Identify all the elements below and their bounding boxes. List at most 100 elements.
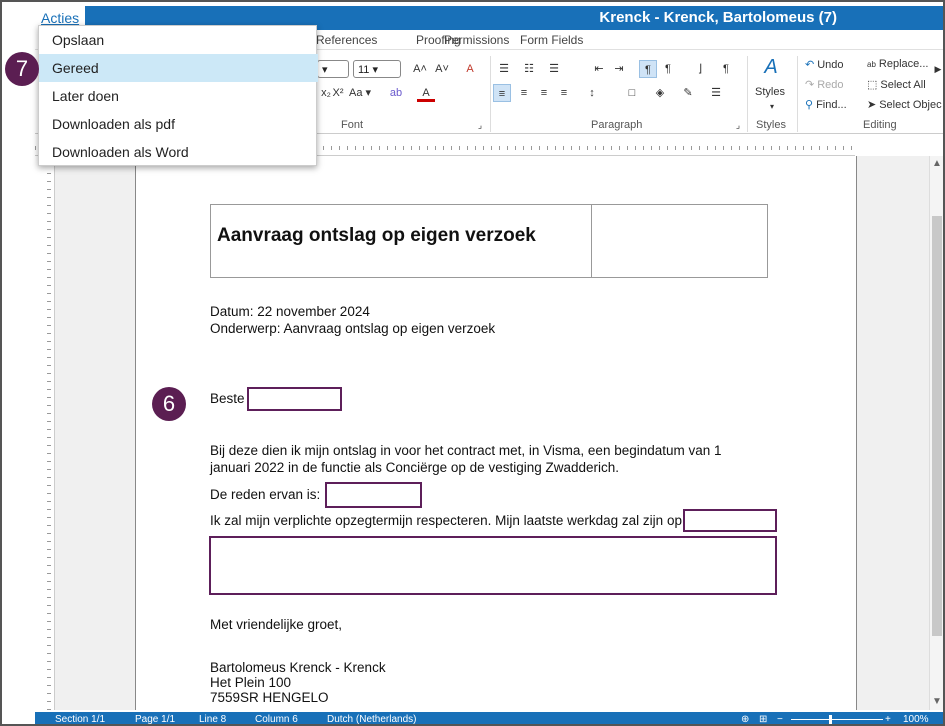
scrollbar-thumb[interactable] [932, 216, 942, 636]
grow-font-icon[interactable]: A˄ [411, 60, 429, 78]
closing-line[interactable]: Met vriendelijke groet, [210, 617, 342, 632]
align-left-icon[interactable]: ≡ [493, 84, 511, 102]
line-spacing-icon[interactable]: ↕ [583, 84, 601, 102]
ribbon-separator [747, 56, 748, 132]
salutation[interactable]: Beste [210, 391, 245, 406]
scroll-down-icon[interactable]: ▼ [932, 696, 942, 707]
step-badge-7: 7 [5, 52, 39, 86]
vertical-ruler[interactable] [35, 156, 55, 710]
ribbon-separator [797, 56, 798, 132]
align-center-icon[interactable]: ≡ [515, 84, 533, 102]
additional-text-field[interactable] [209, 536, 777, 595]
align-right-icon[interactable]: ≡ [535, 84, 553, 102]
shrink-font-icon[interactable]: A˅ [433, 60, 451, 78]
styles-group-label: Styles [756, 119, 786, 131]
styles-button[interactable]: Styles [755, 86, 785, 98]
undo-icon: ↶ [805, 59, 815, 71]
status-page: Page 1/1 [135, 714, 176, 725]
zoom-in-icon[interactable]: + [885, 714, 891, 724]
salutation-field[interactable] [247, 387, 342, 411]
reason-label[interactable]: De reden ervan is: [210, 487, 320, 502]
window: Acties Krenck - Krenck, Bartolomeus (7) … [0, 0, 945, 726]
border-weight-icon[interactable]: ☰ [707, 84, 725, 102]
select-objects-button[interactable]: ➤ Select Objec [867, 98, 942, 112]
font-color-icon[interactable]: A [417, 84, 435, 102]
clear-format-icon[interactable]: A [461, 60, 479, 78]
notice-line[interactable]: Ik zal mijn verplichte opzegtermijn resp… [210, 513, 682, 528]
pen-color-icon[interactable]: ✎ [679, 84, 697, 102]
status-language[interactable]: Dutch (Netherlands) [327, 714, 416, 724]
decrease-indent-icon[interactable]: ⇤ [590, 60, 608, 78]
highlight-icon[interactable]: ab [387, 84, 405, 102]
change-case-label: Aa [349, 86, 363, 99]
sender-address[interactable]: Het Plein 100 [210, 675, 291, 690]
reason-field[interactable] [325, 482, 422, 508]
sender-name[interactable]: Bartolomeus Krenck - Krenck [210, 660, 386, 675]
font-name-dropdown[interactable]: ▾ [317, 60, 349, 78]
scroll-up-icon[interactable]: ▲ [932, 158, 942, 169]
paragraph-dialog-launcher-icon[interactable]: ⌟ [729, 116, 747, 134]
table-divider [591, 205, 592, 277]
step-badge-6: 6 [152, 387, 186, 421]
styles-icon[interactable]: A [758, 57, 784, 84]
styles-button-label: Styles [755, 86, 785, 98]
redo-label: Redo [817, 78, 844, 91]
zoom-slider[interactable] [791, 719, 883, 720]
search-icon: ⚲ [805, 99, 814, 111]
cursor-icon: ➤ [867, 99, 877, 111]
change-case-button[interactable]: Aa ▾ [349, 86, 371, 100]
menu-item-gereed[interactable]: Gereed [39, 54, 318, 82]
acties-dropdown-menu: Opslaan Gereed Later doen Downloaden als… [38, 25, 318, 166]
zoom-out-icon[interactable]: − [777, 714, 783, 724]
zoom-slider-handle[interactable] [829, 715, 832, 724]
select-all-button[interactable]: ⬚ Select All [867, 78, 926, 92]
numbering-icon[interactable]: ☷ [520, 60, 538, 78]
sender-city[interactable]: 7559SR HENGELO [210, 690, 329, 705]
select-objects-label: Select Objec [879, 98, 942, 111]
tab-permissions[interactable]: Permissions [444, 33, 509, 47]
tab-references[interactable]: References [316, 33, 377, 47]
styles-chevron-down-icon[interactable]: ▾ [763, 98, 781, 116]
increase-indent-icon[interactable]: ⇥ [610, 60, 628, 78]
left-to-right-icon[interactable]: ¶ [639, 60, 657, 78]
subject-line[interactable]: Onderwerp: Aanvraag ontslag op eigen ver… [210, 321, 495, 336]
multilevel-list-icon[interactable]: ☰ [545, 60, 563, 78]
last-workday-field[interactable] [683, 509, 777, 532]
menu-item-opslaan[interactable]: Opslaan [39, 26, 318, 54]
replace-button[interactable]: ab Replace... [867, 58, 928, 70]
ribbon-separator [490, 56, 491, 132]
superscript-icon[interactable]: X² [329, 84, 347, 102]
undo-button[interactable]: ↶ Undo [805, 58, 844, 72]
status-column: Column 6 [255, 714, 298, 725]
select-all-label: Select All [880, 78, 926, 91]
editing-group-label: Editing [863, 119, 897, 131]
borders-icon[interactable]: □ [623, 84, 641, 102]
menu-item-download-word[interactable]: Downloaden als Word [39, 138, 318, 166]
body-line-2[interactable]: januari 2022 in de functie als Conciërge… [210, 460, 619, 475]
bullets-icon[interactable]: ☰ [495, 60, 513, 78]
redo-icon: ↷ [805, 79, 815, 91]
vertical-scrollbar[interactable]: ▲ ▼ [929, 156, 943, 710]
font-dialog-launcher-icon[interactable]: ⌟ [471, 116, 489, 134]
tab-marker-icon[interactable]: ⌋ [691, 60, 709, 78]
body-line-1[interactable]: Bij deze dien ik mijn ontslag in voor he… [210, 443, 722, 458]
select-all-icon: ⬚ [867, 79, 878, 91]
fit-page-icon[interactable]: ⊕ [741, 714, 749, 724]
paragraph-group-label: Paragraph [591, 119, 643, 131]
menu-item-later-doen[interactable]: Later doen [39, 82, 318, 110]
date-line[interactable]: Datum: 22 november 2024 [210, 304, 370, 319]
right-to-left-icon[interactable]: ¶ [659, 60, 677, 78]
find-button[interactable]: ⚲ Find... [805, 98, 847, 112]
menu-item-download-pdf[interactable]: Downloaden als pdf [39, 110, 318, 138]
redo-button[interactable]: ↷ Redo [805, 78, 844, 92]
tab-form-fields[interactable]: Form Fields [520, 33, 583, 47]
document-heading[interactable]: Aanvraag ontslag op eigen verzoek [217, 225, 536, 247]
status-section: Section 1/1 [55, 714, 106, 725]
fit-width-icon[interactable]: ⊞ [759, 714, 767, 724]
font-size-dropdown[interactable]: 11 ▾ [353, 60, 401, 78]
ribbon-scroll-right-icon[interactable]: ▶ [929, 60, 943, 78]
shading-icon[interactable]: ◈ [651, 84, 669, 102]
status-bar: Section 1/1 Page 1/1 Line 8 Column 6 Dut… [35, 712, 943, 725]
show-formatting-icon[interactable]: ¶ [717, 60, 735, 78]
justify-icon[interactable]: ≡ [555, 84, 573, 102]
